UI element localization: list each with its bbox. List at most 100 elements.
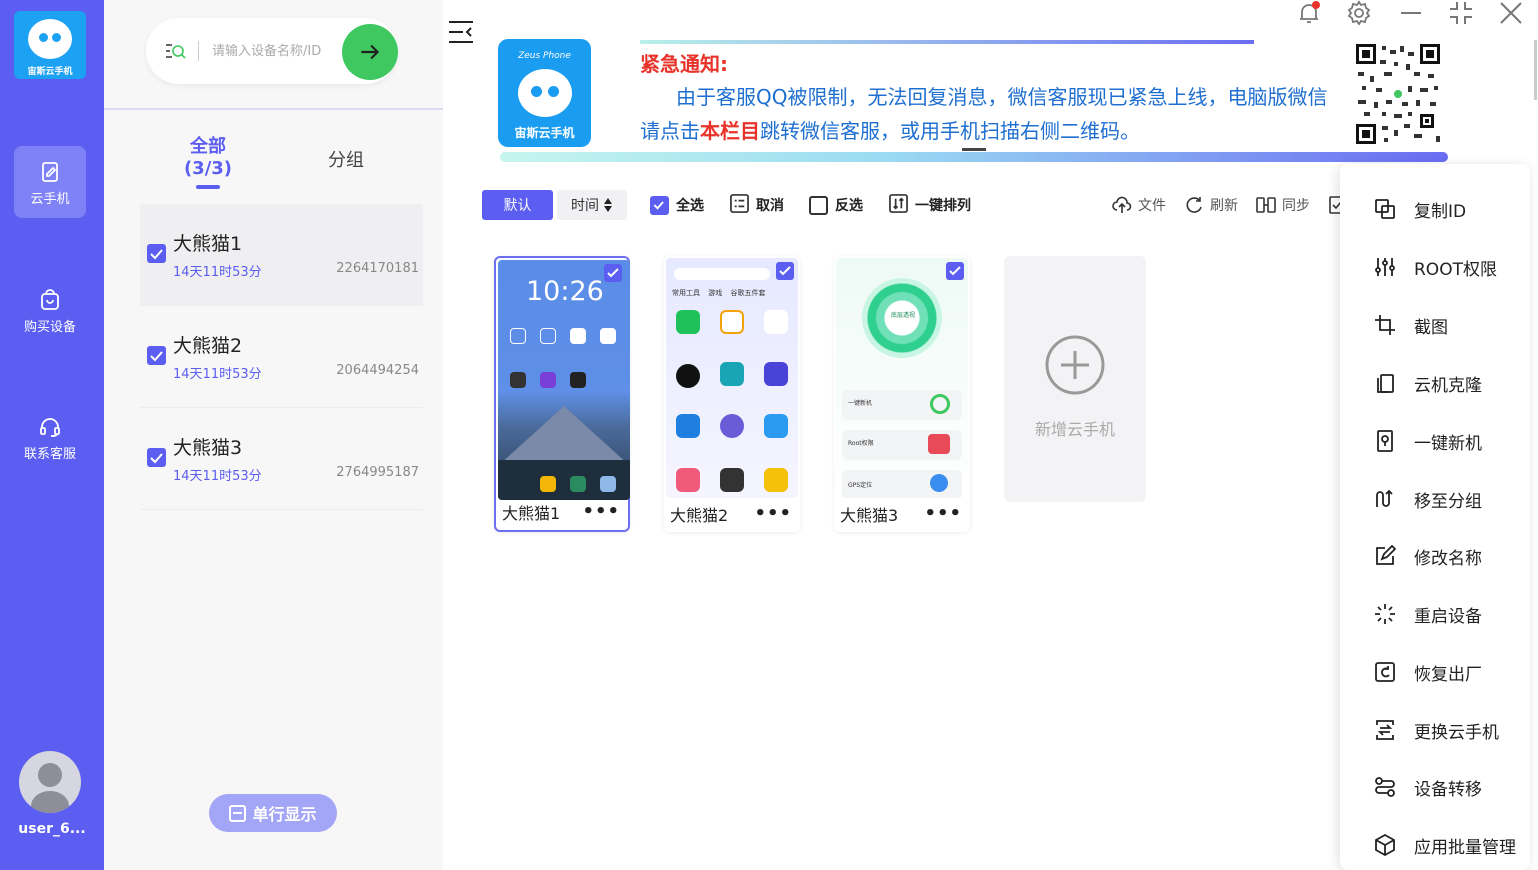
phone-card[interactable]: 底层透视 一键新机 Root权限 GPS定位 大熊猫3 ••• [834,256,970,532]
sort-default-button[interactable]: 默认 [482,190,553,220]
menu-item-label: 更换云手机 [1414,722,1499,743]
device-checkbox[interactable] [147,448,166,467]
plus-circle-icon [1044,334,1106,396]
cancel-label: 取消 [756,198,784,214]
crop-icon [1374,314,1396,336]
notice-title: 紧急通知: [640,52,728,76]
menu-item-batch-app-manage[interactable]: 应用批量管理 [1340,825,1530,865]
device-remaining-time: 14天11时53分 [173,265,262,280]
notice-link-highlight[interactable]: 本栏目 [700,119,760,143]
phone-checkbox[interactable] [776,262,794,280]
phone-screen-preview[interactable]: 10:26 [498,260,630,500]
avatar[interactable] [19,751,81,813]
device-list-item[interactable]: 大熊猫3 14天11时53分 2764995187 [140,408,423,510]
menu-item-label: 复制ID [1414,201,1467,222]
search-input[interactable] [212,38,336,64]
menu-item-rename[interactable]: 修改名称 [1340,536,1530,576]
menu-item-screenshot[interactable]: 截图 [1340,305,1530,345]
menu-item-move-group[interactable]: 移至分组 [1340,479,1530,519]
nav-item-buy-device[interactable]: 购买设备 [14,274,86,346]
tab-all[interactable]: 全部 (3/3) [168,132,248,189]
banner-app-logo: Zeus Phone 宙斯云手机 [498,39,591,147]
notification-bell-icon[interactable] [1296,0,1322,26]
notice-banner[interactable]: Zeus Phone 宙斯云手机 紧急通知: 由于客服QQ被限制，无法回复消息，… [496,36,1452,164]
app-logo: 宙斯云手机 [14,11,86,79]
phone2-tab: 常用工具 [672,289,700,297]
window-controls [1290,0,1530,26]
refresh-label: 刷新 [1210,198,1238,214]
phone2-tab: 游戏 [708,289,723,297]
more-options-icon[interactable]: ••• [582,501,620,522]
device-list-item[interactable]: 大熊猫2 14天11时53分 2064494254 [140,306,423,408]
mountain-wallpaper [498,406,630,466]
nav-item-label: 云手机 [30,192,70,207]
banner-logo-brand: 宙斯云手机 [514,126,575,140]
phone2-tab: 谷歌五件套 [730,289,766,297]
restore-window-icon[interactable] [1448,0,1474,26]
menu-item-root[interactable]: ROOT权限 [1340,247,1530,287]
device-checkbox[interactable] [147,346,166,365]
robot-logo-icon [28,19,72,59]
notice-body: 由于客服QQ被限制，无法回复消息，微信客服现已紧急上线，电脑版微信请点击本栏目跳… [640,80,1340,148]
more-options-icon[interactable]: ••• [754,503,792,524]
menu-item-transfer[interactable]: 设备转移 [1340,767,1530,807]
phone-card[interactable]: 10:26 大熊猫1 ••• [494,256,630,532]
one-click-sort-option[interactable]: 一键排列 [889,193,971,217]
device-panel: 全部 (3/3) 分组 大熊猫1 14天11时53分 2264170181 大熊… [104,0,443,870]
settings-gear-icon[interactable] [1346,0,1372,26]
phone-edit-icon [38,160,62,184]
select-all-checkbox[interactable] [650,195,669,215]
single-row-display-button[interactable]: 单行显示 [209,794,337,832]
minimize-icon[interactable] [1398,0,1424,26]
menu-item-label: 重启设备 [1414,606,1482,627]
device-id: 2264170181 [336,261,419,276]
nav-item-cloud-phone[interactable]: 云手机 [14,146,86,218]
phone-checkbox[interactable] [604,264,622,282]
device-list-item[interactable]: 大熊猫1 14天11时53分 2264170181 [140,204,423,306]
add-cloud-phone-button[interactable]: 新增云手机 [1004,256,1146,502]
menu-item-restart[interactable]: 重启设备 [1340,594,1530,634]
scrollbar[interactable] [1534,40,1537,100]
refresh-button[interactable]: 刷新 [1184,195,1238,215]
phone-name: 大熊猫3 [840,506,899,525]
minus-square-icon [229,804,247,822]
device-id: 2064494254 [336,363,419,378]
device-context-menu: 复制ID ROOT权限 截图 云机克隆 一键新机 移至分组 修改名称 重启设备 [1340,164,1530,870]
toolbar: 默认 时间 全选 取消 反选 一键排列 文件 刷新 同步 [482,190,1343,220]
nav-rail: 宙斯云手机 云手机 购买设备 联系客服 user_6... [0,0,104,870]
sort-columns-icon [889,193,908,217]
close-icon[interactable] [1498,0,1524,26]
select-all-option[interactable]: 全选 [650,195,704,215]
search-divider [198,41,199,61]
menu-item-new-device[interactable]: 一键新机 [1340,421,1530,461]
collapse-sidebar-button[interactable] [446,8,476,56]
menu-item-factory-reset[interactable]: 恢复出厂 [1340,652,1530,692]
sync-button[interactable]: 同步 [1256,195,1310,215]
phone-screen-preview[interactable]: 底层透视 一键新机 Root权限 GPS定位 [836,258,968,498]
tab-all-label: 全部 [190,136,226,157]
invert-label: 反选 [835,198,863,214]
device-checkbox[interactable] [147,244,166,263]
search-go-button[interactable] [342,24,398,80]
search-list-icon [164,40,186,62]
menu-item-copy-id[interactable]: 复制ID [1340,189,1530,229]
phone-screen-preview[interactable]: 常用工具 游戏 谷歌五件套 [666,258,798,498]
invert-selection-option[interactable]: 反选 [809,195,863,215]
sync-icon [1256,197,1276,213]
move-group-icon [1374,488,1396,510]
menu-item-swap-phone[interactable]: 更换云手机 [1340,710,1530,750]
nav-item-support[interactable]: 联系客服 [14,401,86,473]
add-cloud-phone-label: 新增云手机 [1034,420,1115,439]
sort-time-button[interactable]: 时间 [557,190,627,220]
phone-checkbox[interactable] [946,262,964,280]
phone-card[interactable]: 常用工具 游戏 谷歌五件套 大熊猫2 ••• [664,256,800,532]
sort-time-label: 时间 [571,198,599,214]
menu-item-clone[interactable]: 云机克隆 [1340,363,1530,403]
tab-group[interactable]: 分组 [310,146,382,172]
phone3-card: GPS定位 [842,470,962,498]
invert-checkbox[interactable] [809,195,828,215]
cancel-selection-option[interactable]: 取消 [730,193,784,215]
more-options-icon[interactable]: ••• [924,503,962,524]
cube-icon [1374,833,1396,857]
file-button[interactable]: 文件 [1112,195,1166,215]
